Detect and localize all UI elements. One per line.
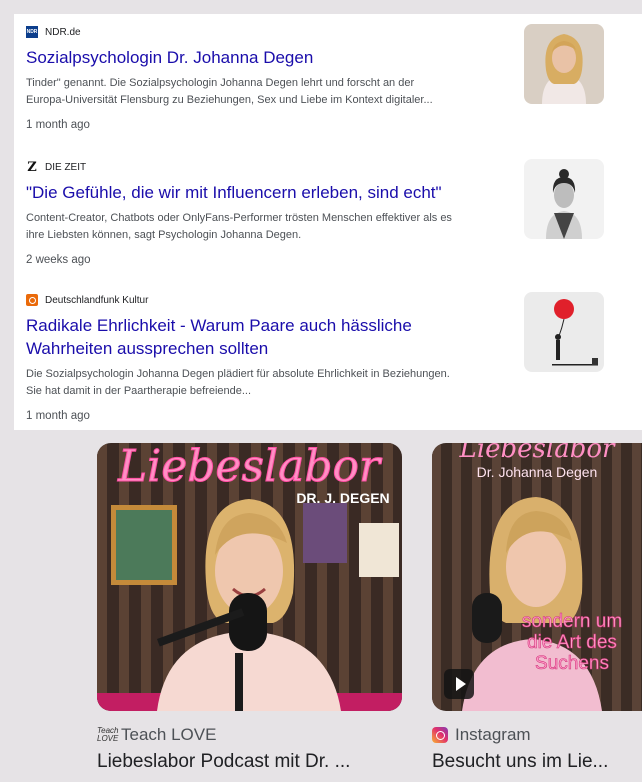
news-headline-link[interactable]: "Die Gefühle, die wir mit Influencern er… — [26, 181, 506, 204]
news-headline-link[interactable]: Radikale Ehrlichkeit - Warum Paare auch … — [26, 314, 506, 360]
play-icon[interactable] — [444, 669, 474, 699]
news-source-row: NDR NDR.de — [26, 24, 81, 40]
neon-sign-subtitle: DR. J. DEGEN — [296, 490, 389, 506]
news-item-ndr[interactable]: NDR NDR.de Sozialpsychologin Dr. Johanna… — [26, 24, 626, 144]
news-thumbnail-portrait[interactable] — [524, 24, 604, 104]
zeit-logo-icon: Z — [27, 159, 37, 175]
news-source-name: DIE ZEIT — [45, 161, 87, 173]
video-source-row: Instagram — [432, 725, 531, 745]
reel-caption-line: die Art des — [527, 632, 617, 653]
news-source-row: Z DIE ZEIT — [26, 159, 86, 175]
neon-sign-subtitle: Dr. Johanna Degen — [477, 464, 598, 480]
news-source-row: Deutschlandfunk Kultur — [26, 292, 148, 308]
news-source-name: Deutschlandfunk Kultur — [45, 294, 149, 306]
ndr-logo-icon: NDR — [26, 26, 38, 38]
news-snippet-line: Europa-Universität Flensburg zu Beziehun… — [26, 94, 433, 106]
video-card-instagram[interactable]: Liebeslabor Dr. Johanna Degen sondern um… — [432, 443, 642, 773]
headline-line: Radikale Ehrlichkeit - Warum Paare auch … — [26, 316, 412, 335]
news-snippet: Content-Creator, Chatbots oder OnlyFans-… — [26, 210, 516, 244]
news-snippet-line: Die Sozialpsychologin Johanna Degen pläd… — [26, 368, 450, 380]
neon-sign-title: Liebeslabor — [459, 443, 616, 464]
news-snippet: Tinder" genannt. Die Sozialpsychologin J… — [26, 75, 516, 109]
reel-caption-line: Suchens — [535, 653, 609, 674]
news-snippet-line: Tinder" genannt. Die Sozialpsychologin J… — [26, 77, 415, 89]
news-thumbnail-portrait-bw[interactable] — [524, 159, 604, 239]
teach-love-logo-icon: Teach LOVE — [97, 726, 119, 743]
news-item-zeit[interactable]: Z DIE ZEIT "Die Gefühle, die wir mit Inf… — [26, 159, 626, 279]
video-thumbnail-instagram-reel[interactable]: Liebeslabor Dr. Johanna Degen sondern um… — [432, 443, 642, 711]
news-age: 1 month ago — [26, 410, 90, 422]
news-source-name: NDR.de — [45, 26, 81, 38]
video-source-name: Teach LOVE — [121, 725, 217, 744]
news-item-deutschlandfunk[interactable]: Deutschlandfunk Kultur Radikale Ehrlichk… — [26, 292, 626, 422]
news-snippet-line: ihre Liebsten können, sagt Psychologin J… — [26, 229, 302, 241]
neon-sign-title: Liebeslabor — [117, 443, 383, 492]
news-headline-link[interactable]: Sozialpsychologin Dr. Johanna Degen — [26, 46, 506, 69]
news-snippet-line: Sie hat damit in der Paartherapie befrei… — [26, 385, 252, 397]
news-thumbnail-balloon-illustration[interactable] — [524, 292, 604, 372]
instagram-icon — [432, 727, 448, 743]
news-snippet: Die Sozialpsychologin Johanna Degen pläd… — [26, 366, 516, 400]
news-age: 2 weeks ago — [26, 254, 91, 266]
deutschlandfunk-logo-icon — [26, 294, 38, 306]
video-title-link[interactable]: Liebeslabor Podcast mit Dr. ... — [97, 751, 350, 773]
reel-caption-line: sondern um — [522, 611, 622, 632]
news-age: 1 month ago — [26, 119, 90, 131]
headline-line: Wahrheiten aussprechen sollten — [26, 339, 269, 358]
video-source-row: Teach LOVE Teach LOVE — [97, 725, 216, 745]
video-card-teach-love[interactable]: Liebeslabor DR. J. DEGEN Teach LOVE Teac… — [97, 443, 407, 773]
video-source-name: Instagram — [455, 725, 531, 744]
news-results-panel: NDR NDR.de Sozialpsychologin Dr. Johanna… — [14, 14, 642, 430]
news-snippet-line: Content-Creator, Chatbots oder OnlyFans-… — [26, 212, 452, 224]
video-thumbnail-podcast[interactable]: Liebeslabor DR. J. DEGEN — [97, 443, 402, 711]
video-title-link[interactable]: Besucht uns im Lie... — [432, 751, 608, 773]
